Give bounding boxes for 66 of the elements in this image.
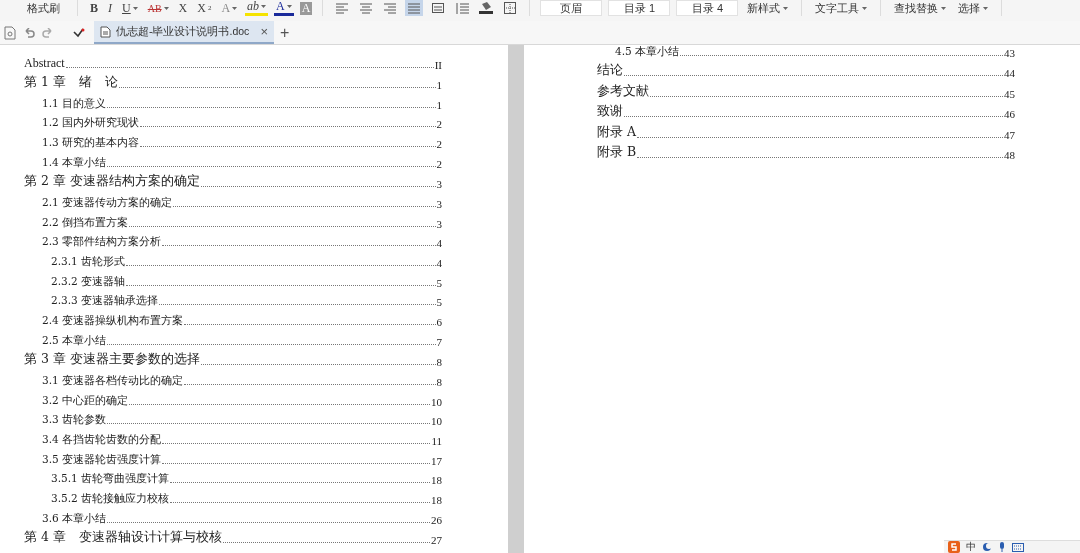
- toc-entry[interactable]: 3.5 变速器轮齿强度计算 17: [24, 447, 442, 467]
- toc-entry[interactable]: 3.6 本章小结 26: [24, 506, 442, 526]
- toc-entry[interactable]: Abstract II: [24, 50, 442, 71]
- fill-icon: [479, 2, 494, 14]
- toc-entry[interactable]: 第 4 章 变速器轴设计计算与校核 27: [24, 525, 442, 547]
- ribbon-menu[interactable]: 新样式: [744, 0, 792, 16]
- toc-entry[interactable]: 结论 44: [597, 58, 1015, 80]
- toc-entry[interactable]: 2.1 变速器传动方案的确定 3: [24, 190, 442, 210]
- toc-entry[interactable]: 第 1 章 绪 论 1: [24, 70, 442, 91]
- toc-entry[interactable]: 1.1 目的意义 1: [24, 91, 442, 111]
- ime-mode-label[interactable]: 中: [966, 540, 976, 553]
- align-left-icon: [336, 2, 349, 14]
- toc-entry[interactable]: 1.3 研究的基本内容 2: [24, 130, 442, 151]
- toc-entry[interactable]: 3.4 各挡齿轮齿数的分配 11: [24, 427, 442, 447]
- format-painter-label[interactable]: 格式刷: [27, 0, 60, 16]
- format-button[interactable]: ab: [245, 0, 269, 16]
- format-button[interactable]: X: [176, 0, 190, 16]
- line-spacing-icon: [455, 2, 470, 14]
- toc-entry[interactable]: 1.2 国内外研究现状 2: [24, 110, 442, 131]
- style-preset[interactable]: 目录 4: [676, 0, 739, 16]
- toc-entry[interactable]: 3.5.1 齿轮弯曲强度计算 18: [24, 466, 442, 487]
- toc-entry[interactable]: 2.2 倒挡布置方案 3: [24, 209, 442, 230]
- new-tab-button[interactable]: +: [274, 23, 296, 42]
- caret-icon: [783, 6, 789, 10]
- align-right-icon: [384, 2, 397, 14]
- toc-entry[interactable]: 4.5 本章小结 43: [597, 45, 1015, 59]
- align-center-icon: [360, 2, 373, 14]
- format-button[interactable]: AB: [145, 0, 171, 16]
- distribute-icon: [432, 3, 445, 13]
- format-button[interactable]: I: [106, 0, 114, 16]
- toc-entry[interactable]: 3.3 齿轮参数 10: [24, 407, 442, 428]
- toc-entry[interactable]: 3.5.2 齿轮接触应力校核 18: [24, 486, 442, 507]
- caret-icon: [941, 6, 947, 10]
- close-icon[interactable]: ×: [260, 24, 268, 39]
- ribbon-menu[interactable]: 选择: [955, 0, 992, 16]
- toc-entry[interactable]: 3.2 中心距的确定 10: [24, 387, 442, 408]
- toc-entry[interactable]: 第 3 章 变速器主要参数的选择 8: [24, 347, 442, 369]
- toc-entry[interactable]: 第 2 章 变速器结构方案的确定 3: [24, 169, 442, 191]
- style-preset[interactable]: 目录 1: [608, 0, 671, 16]
- toc-entry[interactable]: 2.3.3 变速器轴承选择 5: [24, 288, 442, 309]
- caret-icon: [862, 6, 868, 10]
- justify-icon: [408, 2, 421, 14]
- format-button[interactable]: A: [274, 0, 294, 16]
- document-tab[interactable]: 仇志超-毕业设计说明书.doc ×: [94, 21, 274, 44]
- toc-entry[interactable]: 附录 B 48: [597, 140, 1015, 162]
- document-icon: [100, 25, 111, 38]
- border-icon: [504, 2, 517, 14]
- toc-entry[interactable]: 1.4 本章小结 2: [24, 150, 442, 170]
- toc-entry[interactable]: 附录 A 47: [597, 120, 1015, 141]
- keyboard-icon: [1012, 542, 1024, 552]
- ribbon-menu[interactable]: 查找替换: [891, 0, 950, 16]
- toc-entry[interactable]: 2.3 零部件结构方案分析 4: [24, 229, 442, 250]
- ribbon-menu[interactable]: 文字工具: [812, 0, 871, 16]
- toc-entry[interactable]: 参考文献 45: [597, 79, 1015, 100]
- toc-entry[interactable]: 2.3.2 变速器轴 5: [24, 269, 442, 289]
- format-button[interactable]: B: [88, 0, 100, 16]
- caret-icon: [983, 6, 989, 10]
- paragraph-tool[interactable]: [477, 0, 496, 16]
- toc-entry[interactable]: 2.5 本章小结 7: [24, 328, 442, 348]
- toc-entry[interactable]: 3.1 变速器各档传动比的确定 8: [24, 368, 442, 388]
- toc-entry[interactable]: 2.4 变速器操纵机构布置方案 6: [24, 308, 442, 329]
- toc-entry[interactable]: 致谢 46: [597, 99, 1015, 121]
- microphone-icon: [998, 542, 1006, 552]
- style-preset[interactable]: 页眉: [540, 0, 603, 16]
- format-button[interactable]: U: [120, 0, 140, 16]
- toc-entry[interactable]: 2.3.1 齿轮形式 4: [24, 249, 442, 269]
